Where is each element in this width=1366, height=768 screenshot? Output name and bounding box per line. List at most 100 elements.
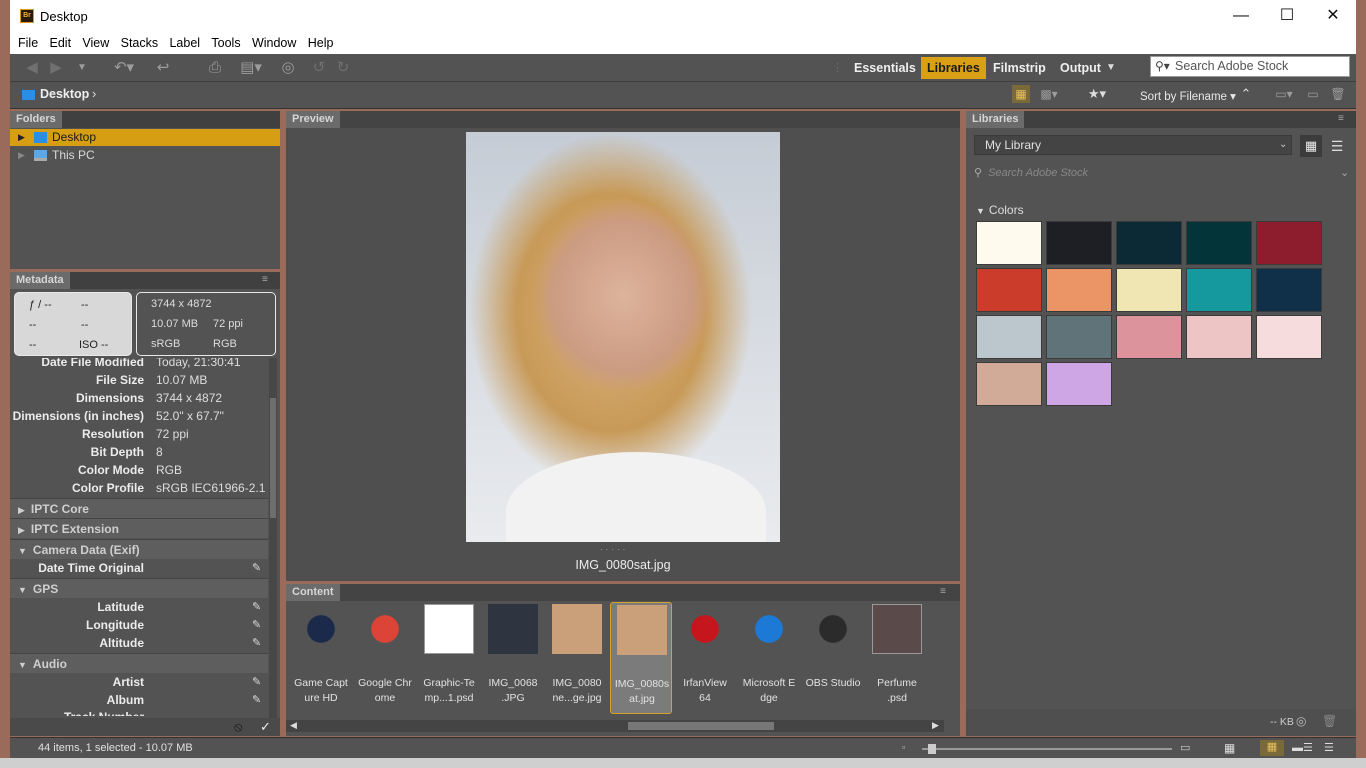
thumbnail-size-slider[interactable] [922,744,1172,754]
tab-libraries[interactable]: Libraries [966,111,1025,128]
color-swatch[interactable] [1116,268,1182,312]
thumbnail-quality-icon[interactable]: ▦ [1012,85,1030,103]
color-swatch[interactable] [1186,315,1252,359]
color-swatch[interactable] [1046,362,1112,406]
menu-view[interactable]: View [82,32,109,50]
scroll-left-icon[interactable]: ◀ [290,720,297,731]
panel-menu-icon[interactable]: ≡ [1338,113,1344,124]
trash-icon[interactable]: 🗑 [1322,714,1337,728]
edit-pencil-icon[interactable]: ✎ [252,616,261,634]
color-swatch[interactable] [1256,268,1322,312]
content-thumbnail[interactable]: Graphic-Te mp...1.psd [418,602,480,714]
menu-help[interactable]: Help [308,32,334,50]
color-swatch[interactable] [976,221,1042,265]
color-swatch[interactable] [976,362,1042,406]
scrollbar-thumb[interactable] [628,722,774,730]
color-swatch[interactable] [1116,221,1182,265]
refine-icon[interactable]: ▤▾ [236,59,266,77]
library-select[interactable]: My Library ⌄ [974,135,1292,155]
tab-metadata[interactable]: Metadata [10,272,70,289]
breadcrumb-desktop[interactable]: Desktop [40,87,89,101]
menu-edit[interactable]: Edit [50,32,72,50]
workspace-output[interactable]: Output [1054,57,1107,79]
grid-view-icon[interactable]: ▦ [1300,135,1322,157]
cancel-icon[interactable]: ⦸ [234,719,242,735]
content-thumbnail[interactable]: Microsoft E dge [738,602,800,714]
boomerang-icon[interactable]: ↩ [154,59,172,77]
menu-window[interactable]: Window [252,32,296,50]
color-swatch[interactable] [976,315,1042,359]
tab-preview[interactable]: Preview [286,111,340,128]
colors-section-header[interactable]: ▼ Colors [976,203,1024,217]
color-swatch[interactable] [1256,315,1322,359]
camera-import-icon[interactable]: ⎙ [204,59,226,77]
color-swatch[interactable] [976,268,1042,312]
panel-menu-icon[interactable]: ≡ [262,274,268,285]
content-thumbnail[interactable]: Google Chr ome [354,602,416,714]
creative-cloud-icon[interactable]: ◎ [1296,714,1306,728]
view-thumbnails-icon[interactable]: ▦ [1260,740,1284,756]
rotate-left-icon[interactable]: ↺ [310,59,328,77]
view-options-icon[interactable]: ▩▾ [1036,85,1062,103]
scrollbar-thumb[interactable] [270,398,276,518]
section-iptc-extension[interactable]: ▶ IPTC Extension [10,518,268,538]
return-icon[interactable]: ↶▾ [110,59,138,77]
scroll-right-icon[interactable]: ▶ [932,720,939,731]
section-camera-data[interactable]: ▼ Camera Data (Exif) [10,539,268,559]
edit-pencil-icon[interactable]: ✎ [252,559,261,577]
color-swatch[interactable] [1046,315,1112,359]
menu-label[interactable]: Label [169,32,200,50]
preview-image[interactable] [466,132,780,542]
open-recent-folder-icon[interactable]: ▭▾ [1270,85,1298,103]
list-view-icon[interactable]: ☰ [1326,135,1348,157]
trash-icon[interactable]: 🗑 [1330,85,1346,103]
color-swatch[interactable] [1046,268,1112,312]
menu-file[interactable]: File [18,32,38,50]
forward-icon[interactable]: ▶ [46,59,66,77]
close-button[interactable]: ✕ [1310,0,1356,32]
folder-item-this-pc[interactable]: ▶ This PC [10,147,280,164]
section-gps[interactable]: ▼ GPS [10,578,268,598]
edit-pencil-icon[interactable]: ✎ [252,598,261,616]
recent-dropdown-icon[interactable]: ▼ [74,59,90,77]
thumbnail-large-icon[interactable]: ▭ [1180,741,1190,754]
workspace-filmstrip[interactable]: Filmstrip [987,57,1052,79]
content-thumbnail[interactable]: Game Capt ure HD [290,602,352,714]
star-filter-icon[interactable]: ★▾ [1082,85,1112,103]
back-icon[interactable]: ◀ [22,59,42,77]
expand-arrow-icon[interactable]: ▶ [18,147,25,164]
content-scrollbar[interactable]: ◀ ▶ [286,720,944,732]
menu-tools[interactable]: Tools [211,32,240,50]
workspace-libraries[interactable]: Libraries [921,57,986,79]
slider-handle[interactable] [928,744,936,754]
menu-stacks[interactable]: Stacks [121,32,159,50]
color-swatch[interactable] [1116,315,1182,359]
thumbnail-small-icon[interactable]: ▫ [902,742,905,752]
edit-pencil-icon[interactable]: ✎ [252,634,261,652]
sort-dropdown[interactable]: Sort by Filename ▾ [1140,89,1236,103]
workspace-menu-chevron-icon[interactable]: ▼ [1104,59,1118,77]
color-swatch[interactable] [1256,221,1322,265]
metadata-scrollbar[interactable] [269,358,277,718]
content-thumbnail[interactable]: IrfanView 64 [674,602,736,714]
grid-lock-icon[interactable]: ▦ [1224,741,1235,755]
open-in-camera-raw-icon[interactable]: ◎ [278,59,298,77]
minimize-button[interactable]: — [1218,0,1264,32]
view-details-icon[interactable]: ▬☰ [1292,741,1313,754]
new-folder-icon[interactable]: ▭ [1304,85,1322,103]
breadcrumb-chevron-icon[interactable]: › [92,86,96,101]
folder-item-desktop[interactable]: ▶ Desktop [10,129,280,146]
section-iptc-core[interactable]: ▶ IPTC Core [10,498,268,518]
color-swatch[interactable] [1046,221,1112,265]
content-thumbnail[interactable]: IMG_0068 .JPG [482,602,544,714]
rotate-right-icon[interactable]: ↻ [334,59,352,77]
tab-folders[interactable]: Folders [10,111,62,128]
expand-arrow-icon[interactable]: ▶ [18,129,25,146]
content-thumbnail[interactable]: OBS Studio [802,602,864,714]
edit-pencil-icon[interactable]: ✎ [252,673,261,691]
section-audio[interactable]: ▼ Audio [10,653,268,673]
sort-ascending-icon[interactable]: ⌃ [1238,85,1254,103]
content-thumbnail[interactable]: IMG_0080s at.jpg [610,602,672,714]
library-search-input[interactable]: ⚲ Search Adobe Stock ⌄ [974,163,1349,183]
content-thumbnail[interactable]: Perfume .psd [866,602,928,714]
